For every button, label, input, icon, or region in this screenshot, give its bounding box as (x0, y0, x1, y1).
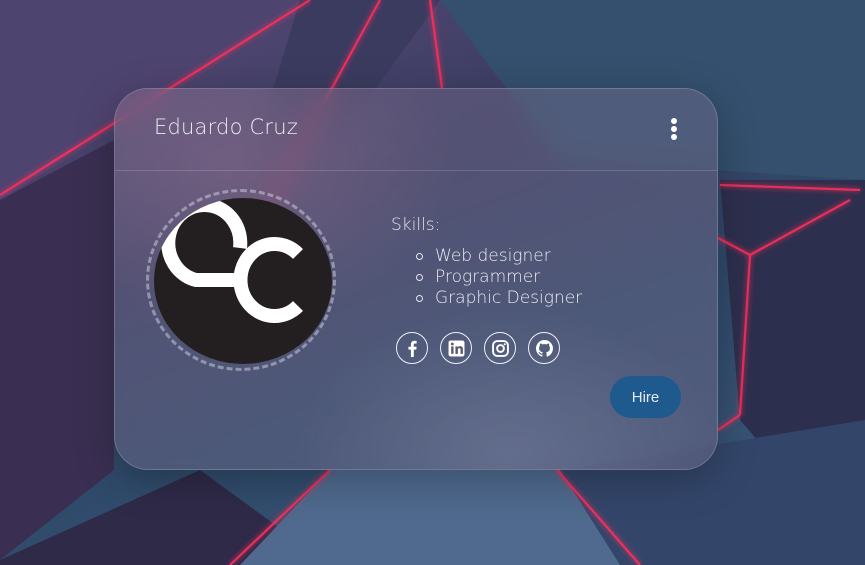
instagram-link[interactable] (484, 332, 516, 364)
linkedin-link[interactable] (440, 332, 472, 364)
profile-name: Eduardo Cruz (154, 115, 298, 139)
menu-dot (671, 126, 677, 132)
ec-logo-icon (161, 198, 303, 323)
linkedin-icon (448, 340, 465, 357)
profile-card: Eduardo Cruz Skills: Web designer Progra… (114, 88, 718, 470)
github-icon (536, 340, 553, 357)
instagram-icon (492, 340, 509, 357)
menu-dot (671, 118, 677, 124)
menu-dot (671, 134, 677, 140)
hire-button[interactable]: Hire (610, 376, 681, 418)
github-link[interactable] (528, 332, 560, 364)
facebook-icon (408, 340, 417, 357)
avatar (154, 198, 332, 364)
skill-item: Graphic Designer (415, 288, 582, 309)
skill-item: Programmer (415, 267, 582, 288)
skills-list: Web designer Programmer Graphic Designer (415, 246, 582, 309)
skills-label: Skills: (391, 215, 441, 235)
facebook-link[interactable] (396, 332, 428, 364)
card-header: Eduardo Cruz (115, 89, 717, 171)
skill-item: Web designer (415, 246, 582, 267)
more-vertical-icon[interactable] (663, 115, 687, 145)
